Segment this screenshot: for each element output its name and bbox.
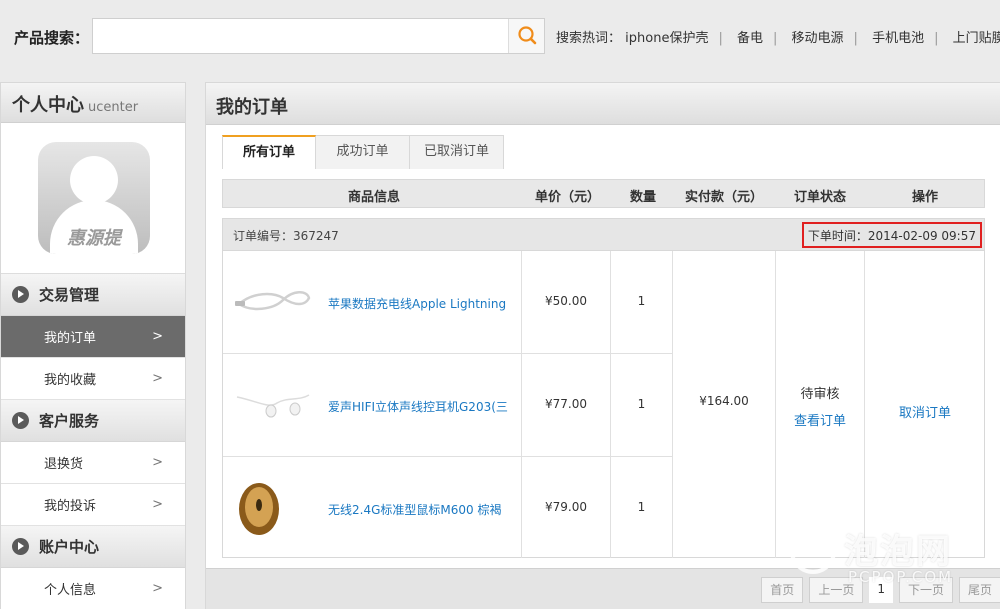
column-header: 商品信息: [348, 190, 401, 205]
pagination-bar: 首页 上一页 1 下一页 尾页: [206, 568, 1000, 609]
hot-word-link[interactable]: 上门贴膜: [953, 31, 1000, 46]
sidebar-item-label: 个人信息: [44, 583, 97, 598]
order-number: 订单编号：367247: [233, 229, 339, 243]
action-cell: 取消订单: [864, 251, 985, 558]
hot-words: 搜索热词： iphone保护壳 | 备电 | 移动电源 | 手机电池 | 上门贴膜: [556, 27, 1000, 46]
order-tabs: 所有订单 成功订单 已取消订单: [222, 135, 504, 169]
sidebar-section-account: 账户中心: [1, 526, 185, 568]
status-cell: 待审核 查看订单: [775, 251, 864, 558]
hot-word-link[interactable]: 手机电池: [872, 31, 924, 46]
search-label: 产品搜索：: [14, 29, 90, 47]
cancel-order-link[interactable]: 取消订单: [865, 402, 985, 421]
hot-word-link[interactable]: 移动电源: [792, 31, 844, 46]
search-icon: [518, 26, 537, 45]
hot-words-label: 搜索热词：: [556, 31, 622, 46]
section-title: 客户服务: [39, 412, 100, 430]
sidebar-section-service: 客户服务: [1, 400, 185, 442]
chevron-right-icon: >: [152, 581, 163, 596]
sidebar-subtitle: ucenter: [88, 100, 139, 115]
section-title: 账户中心: [39, 538, 100, 556]
hot-word-link[interactable]: 备电: [737, 31, 763, 46]
current-page[interactable]: 1: [869, 577, 893, 603]
last-page-button[interactable]: 尾页: [958, 577, 1000, 603]
avatar[interactable]: 惠源提: [38, 142, 150, 254]
view-order-link[interactable]: 查看订单: [776, 410, 864, 429]
next-page-button[interactable]: 下一页: [898, 577, 953, 603]
order-header: 订单编号：367247 下单时间：2014-02-09 09:57: [223, 219, 984, 251]
sidebar-header: 个人中心 ucenter: [1, 83, 185, 123]
section-title: 交易管理: [39, 286, 100, 304]
main-panel: 我的订单 所有订单 成功订单 已取消订单 商品信息 单价（元） 数量 实付款（元…: [205, 82, 1000, 609]
sidebar-item-complaints[interactable]: 我的投诉 >: [1, 484, 185, 526]
price-cell: ¥50.00: [521, 251, 610, 354]
order-time: 下单时间：2014-02-09 09:57: [801, 222, 982, 248]
play-circle-icon: [12, 286, 29, 303]
order-card: 订单编号：367247 下单时间：2014-02-09 09:57 苹果数据充电…: [222, 218, 985, 558]
sidebar-item-label: 我的收藏: [44, 373, 97, 388]
quantity-cell: 1: [610, 251, 672, 354]
separator: |: [853, 31, 858, 46]
price-cell: ¥77.00: [521, 354, 610, 457]
chevron-right-icon: >: [152, 371, 163, 386]
price-cell: ¥79.00: [521, 457, 610, 558]
chevron-right-icon: >: [152, 329, 163, 344]
table-row: 苹果数据充电线Apple Lightning: [223, 251, 521, 354]
sidebar-item-returns[interactable]: 退换货 >: [1, 442, 185, 484]
column-header: 操作: [912, 190, 939, 205]
prev-page-button[interactable]: 上一页: [809, 577, 864, 603]
search-box: [92, 18, 545, 54]
mouse-image[interactable]: [233, 472, 313, 542]
sidebar-title: 个人中心: [12, 95, 84, 116]
cable-image[interactable]: [233, 276, 313, 326]
product-link[interactable]: 苹果数据充电线Apple Lightning: [328, 295, 513, 312]
play-circle-icon: [12, 412, 29, 429]
quantity-cell: 1: [610, 354, 672, 457]
pagination: 首页 上一页 1 下一页 尾页: [755, 577, 1000, 603]
quantity-cell: 1: [610, 457, 672, 558]
separator: |: [718, 31, 723, 46]
tab-cancelled-orders[interactable]: 已取消订单: [410, 135, 504, 169]
column-header: 订单状态: [794, 190, 847, 205]
top-search-bar: 产品搜索： 搜索热词： iphone保护壳 | 备电 | 移动电源 | 手机电池 | 上…: [0, 0, 1000, 72]
sidebar-item-my-favorites[interactable]: 我的收藏 >: [1, 358, 185, 400]
sidebar-item-my-orders[interactable]: 我的订单 >: [1, 316, 185, 358]
sidebar-item-label: 我的投诉: [44, 499, 97, 514]
table-row: 无线2.4G标准型鼠标M600 棕褐: [223, 457, 521, 560]
product-link[interactable]: 无线2.4G标准型鼠标M600 棕褐: [328, 501, 513, 518]
sidebar-item-label: 我的订单: [44, 331, 97, 346]
avatar-head-shape: [70, 156, 118, 204]
table-header: 商品信息 单价（元） 数量 实付款（元） 订单状态 操作: [222, 179, 985, 208]
page-title: 我的订单: [206, 83, 1000, 125]
column-header: 数量: [630, 190, 657, 205]
first-page-button[interactable]: 首页: [761, 577, 804, 603]
sidebar-section-trade: 交易管理: [1, 274, 185, 316]
avatar-logo-text: 惠源提: [67, 228, 121, 249]
column-header: 实付款（元）: [685, 190, 764, 205]
tab-successful-orders[interactable]: 成功订单: [316, 135, 410, 169]
table-row: 爱声HIFI立体声线控耳机G203(三: [223, 354, 521, 457]
chevron-right-icon: >: [152, 455, 163, 470]
hot-word-link[interactable]: iphone保护壳: [625, 31, 708, 46]
sidebar-item-label: 退换货: [44, 457, 84, 472]
product-link[interactable]: 爱声HIFI立体声线控耳机G203(三: [328, 398, 513, 415]
sidebar: 个人中心 ucenter 惠源提 交易管理 我的订单 > 我的收藏 > 客户服务 …: [0, 82, 186, 609]
earphones-image[interactable]: [233, 379, 313, 429]
separator: |: [934, 31, 939, 46]
play-circle-icon: [12, 538, 29, 555]
separator: |: [773, 31, 778, 46]
chevron-right-icon: >: [152, 497, 163, 512]
sidebar-item-personal-info[interactable]: 个人信息 >: [1, 568, 185, 609]
column-header: 单价（元）: [535, 190, 601, 205]
avatar-area: 惠源提: [1, 123, 185, 274]
search-button[interactable]: [508, 19, 544, 53]
search-input[interactable]: [93, 19, 507, 53]
total-paid-cell: ¥164.00: [672, 251, 775, 558]
order-status: 待审核: [800, 387, 840, 402]
tab-all-orders[interactable]: 所有订单: [222, 135, 316, 169]
